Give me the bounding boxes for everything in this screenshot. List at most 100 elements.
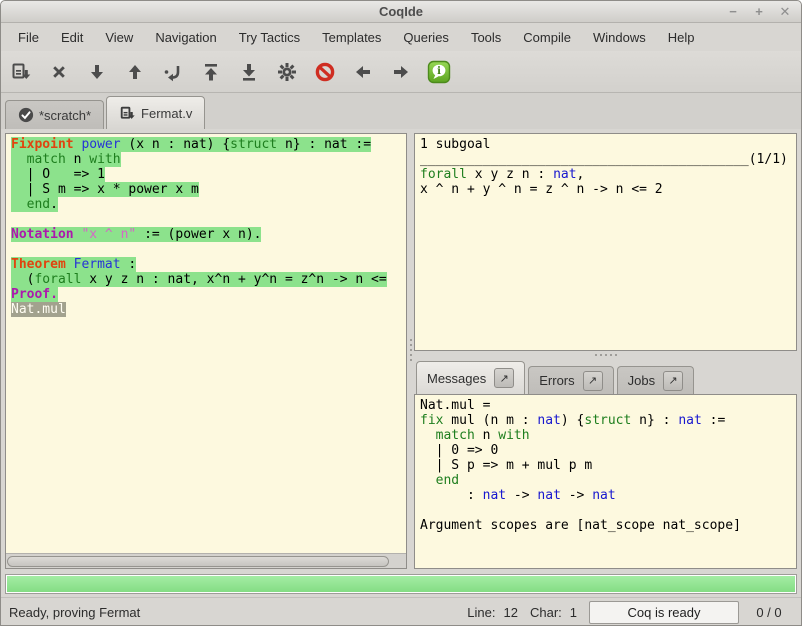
code-token: forall xyxy=(420,167,467,182)
tab-fermat[interactable]: Fermat.v xyxy=(106,96,205,129)
code-token: n xyxy=(475,428,498,443)
back-button[interactable] xyxy=(349,58,377,86)
code-line xyxy=(11,212,401,227)
step-down-button[interactable] xyxy=(83,58,111,86)
code-token: (x n : nat) { xyxy=(121,137,231,152)
step-up-button[interactable] xyxy=(121,58,149,86)
tab-scratch[interactable]: *scratch* xyxy=(5,100,104,129)
menu-help[interactable]: Help xyxy=(657,25,706,50)
titlebar: CoqIde − + ✕ xyxy=(1,1,801,23)
menu-try-tactics[interactable]: Try Tactics xyxy=(228,25,311,50)
code-line: end xyxy=(420,473,791,488)
statusbar: Ready, proving Fermat Line: 12 Char: 1 C… xyxy=(1,597,801,626)
menu-navigation[interactable]: Navigation xyxy=(144,25,227,50)
script-editor[interactable]: Fixpoint power (x n : nat) {struct n} : … xyxy=(6,134,406,553)
editor-tabstrip: *scratch* Fermat.v xyxy=(1,93,801,129)
tab-scratch-label: *scratch* xyxy=(39,108,91,123)
code-token: -> xyxy=(506,488,537,503)
line-label: Line: xyxy=(467,605,495,620)
minimize-icon[interactable]: − xyxy=(725,4,741,20)
go-to-end-button[interactable] xyxy=(235,58,263,86)
code-token: n xyxy=(66,152,89,167)
maximize-icon[interactable]: + xyxy=(751,4,767,20)
gear-button[interactable] xyxy=(273,58,301,86)
code-line: match n with xyxy=(420,428,791,443)
code-token: with xyxy=(498,428,529,443)
code-token: power xyxy=(81,137,120,152)
code-line: forall x y z n : nat, xyxy=(420,167,791,182)
horizontal-pane-handle[interactable] xyxy=(414,351,797,359)
code-token: nat xyxy=(483,488,506,503)
scrollbar-thumb[interactable] xyxy=(7,556,389,567)
code-token: struct xyxy=(230,137,277,152)
menu-windows[interactable]: Windows xyxy=(582,25,657,50)
code-line: | O => 1 xyxy=(11,167,401,182)
code-line: Proof. xyxy=(11,287,401,302)
menubar: FileEditViewNavigationTry TacticsTemplat… xyxy=(1,23,801,51)
detach-messages-button[interactable]: ↗ xyxy=(494,368,514,388)
horizontal-scrollbar xyxy=(6,553,406,568)
code-token: : xyxy=(420,488,483,503)
window-title: CoqIde xyxy=(379,4,423,19)
menu-view[interactable]: View xyxy=(94,25,144,50)
go-to-start-button[interactable] xyxy=(197,58,225,86)
code-token: end xyxy=(27,197,50,212)
code-token: Proof. xyxy=(11,287,58,302)
status-message: Ready, proving Fermat xyxy=(9,605,461,620)
save-icon xyxy=(119,105,136,122)
menu-edit[interactable]: Edit xyxy=(50,25,94,50)
code-token: Fermat xyxy=(74,257,121,272)
goals-panel[interactable]: 1 subgoal_______________________________… xyxy=(414,133,797,351)
code-line: Theorem Fermat : xyxy=(11,257,401,272)
tab-messages[interactable]: Messages ↗ xyxy=(416,361,525,394)
close-icon[interactable]: ✕ xyxy=(777,4,793,20)
tab-errors[interactable]: Errors ↗ xyxy=(528,366,613,394)
code-token: | O => 1 xyxy=(11,167,105,182)
code-token: Notation xyxy=(11,227,74,242)
code-token: | S m => x * power x m xyxy=(11,182,199,197)
code-token: Nat.mul = xyxy=(420,398,490,413)
code-line xyxy=(420,503,791,518)
forward-button[interactable] xyxy=(387,58,415,86)
goto-cursor-button[interactable] xyxy=(159,58,187,86)
code-token: Argument scopes are [nat_scope nat_scope… xyxy=(420,518,741,533)
interrupt-button[interactable] xyxy=(311,58,339,86)
code-token: Fixpoint xyxy=(11,137,74,152)
code-token xyxy=(420,428,436,443)
line-value: 12 xyxy=(504,605,518,620)
main-area: Fixpoint power (x n : nat) {struct n} : … xyxy=(1,129,801,571)
code-token: nat xyxy=(537,413,560,428)
code-token: , xyxy=(577,167,585,182)
close-button[interactable] xyxy=(45,58,73,86)
code-token: | 0 => 0 xyxy=(420,443,498,458)
code-token: nat xyxy=(553,167,576,182)
code-token: := xyxy=(702,413,725,428)
messages-panel[interactable]: Nat.mul =fix mul (n m : nat) {struct n} … xyxy=(414,394,797,569)
menu-templates[interactable]: Templates xyxy=(311,25,392,50)
coqide-window: CoqIde − + ✕ FileEditViewNavigationTry T… xyxy=(0,0,802,626)
menu-tools[interactable]: Tools xyxy=(460,25,512,50)
vertical-pane-handle[interactable] xyxy=(407,129,414,571)
info-button[interactable]: i xyxy=(425,58,453,86)
menu-file[interactable]: File xyxy=(7,25,50,50)
code-token: struct xyxy=(584,413,631,428)
code-token: n} : xyxy=(631,413,678,428)
detach-errors-button[interactable]: ↗ xyxy=(583,371,603,391)
code-token: ) { xyxy=(561,413,584,428)
menu-queries[interactable]: Queries xyxy=(392,25,460,50)
progress-bar xyxy=(5,574,797,594)
code-token: x y z n : nat, x^n + y^n = z^n -> n <= xyxy=(81,272,386,287)
code-token xyxy=(420,473,436,488)
code-token: nat xyxy=(678,413,701,428)
progress-bar-fill xyxy=(7,576,795,592)
detach-jobs-button[interactable]: ↗ xyxy=(663,371,683,391)
save-button[interactable] xyxy=(7,58,35,86)
code-token: match xyxy=(436,428,475,443)
tab-fermat-label: Fermat.v xyxy=(141,106,192,121)
code-token: Nat.mul xyxy=(11,302,66,317)
code-token: ( xyxy=(11,272,34,287)
menu-compile[interactable]: Compile xyxy=(512,25,582,50)
code-token xyxy=(11,152,27,167)
tab-jobs[interactable]: Jobs ↗ xyxy=(617,366,694,394)
code-token: . xyxy=(50,197,58,212)
